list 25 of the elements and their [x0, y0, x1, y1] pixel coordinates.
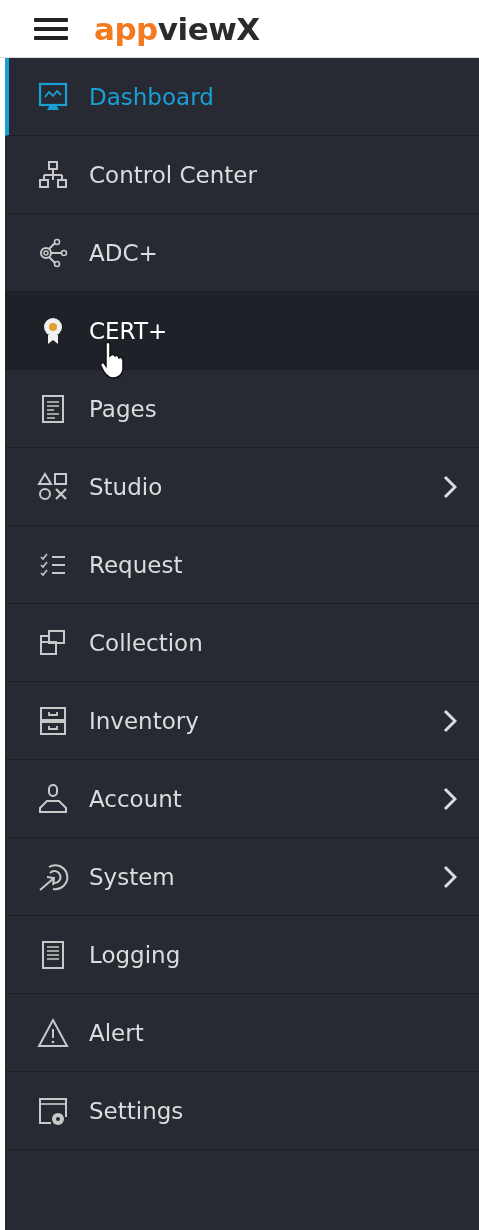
- sidebar-item[interactable]: Settings: [5, 1072, 479, 1150]
- sidebar-item[interactable]: System: [5, 838, 479, 916]
- network-icon: [37, 236, 69, 269]
- hand-cursor-icon: [97, 340, 127, 380]
- chevron-right-icon: [443, 864, 457, 889]
- chevron-right-icon: [443, 708, 457, 733]
- sidebar-item[interactable]: Account: [5, 760, 479, 838]
- user-icon: [37, 782, 69, 815]
- sidebar-item[interactable]: Request: [5, 526, 479, 604]
- sidebar-item[interactable]: Control Center: [5, 136, 479, 214]
- warning-icon: [37, 1016, 69, 1049]
- sidebar-item[interactable]: Inventory: [5, 682, 479, 760]
- shapes-icon: [37, 470, 69, 503]
- sidebar-item[interactable]: Logging: [5, 916, 479, 994]
- sidebar-item[interactable]: Alert: [5, 994, 479, 1072]
- sidebar-item[interactable]: Studio: [5, 448, 479, 526]
- sidebar-item[interactable]: Collection: [5, 604, 479, 682]
- monitor-icon: [37, 80, 69, 113]
- chevron-right-icon: [443, 786, 457, 811]
- drawers-icon: [37, 704, 69, 737]
- sidebar-item[interactable]: Dashboard: [5, 58, 479, 136]
- sidebar-item[interactable]: Pages: [5, 370, 479, 448]
- chevron-right-icon: [443, 474, 457, 499]
- hierarchy-icon: [37, 158, 69, 191]
- logo: appviewX: [94, 10, 260, 47]
